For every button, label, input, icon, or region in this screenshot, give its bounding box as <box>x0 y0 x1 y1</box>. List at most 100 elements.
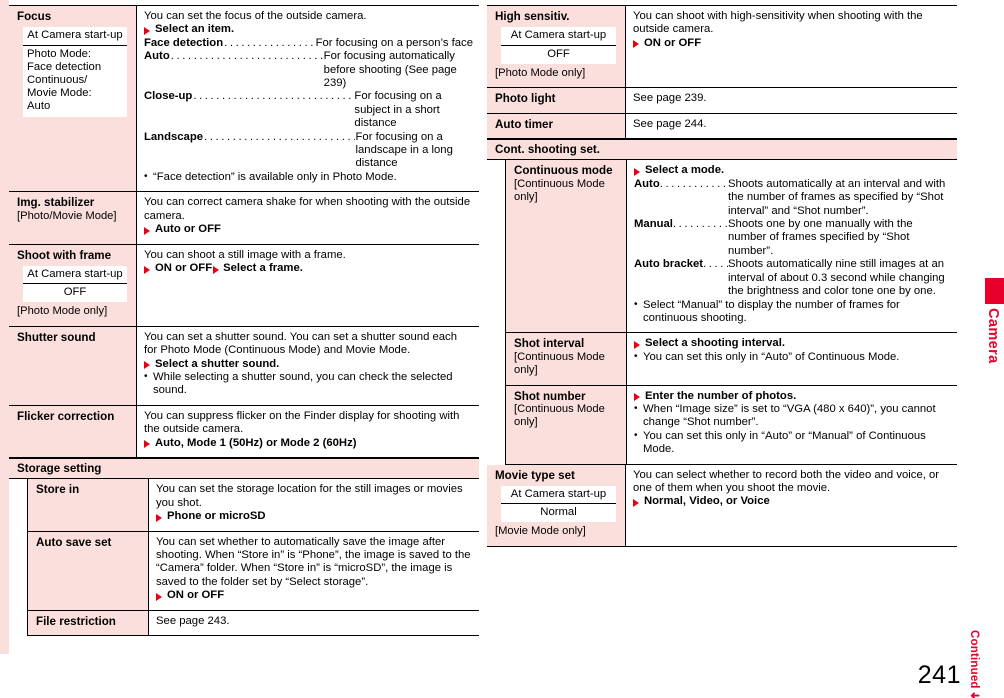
setting-name-cell: Continuous mode [Continuous Mode only] <box>506 160 626 333</box>
option-list: Face detection .........................… <box>144 37 473 171</box>
setting-name-cell: Shot interval [Continuous Mode only] <box>506 333 626 385</box>
option-list: Auto....................................… <box>634 178 951 299</box>
setting-desc-cell: See page 244. <box>625 113 957 139</box>
setting-action: Select a shutter sound. <box>144 358 473 371</box>
option-def: For focusing on a person’s face <box>315 36 473 49</box>
page-bleed-strip <box>0 0 9 654</box>
setting-desc-cell: You can correct camera shake for when sh… <box>136 192 479 244</box>
default-box-title: At Camera start-up <box>23 266 127 285</box>
setting-intro: You can set the focus of the outside cam… <box>144 10 367 22</box>
default-box-value: OFF <box>63 286 87 299</box>
setting-mode-note: [Continuous Mode only] <box>514 177 605 204</box>
setting-name-cell: Photo light <box>487 88 625 113</box>
setting-desc-cell: You can set the storage location for the… <box>148 479 479 531</box>
list-item: Auto....................................… <box>634 178 951 218</box>
option-def: For focusing automatically before shooti… <box>323 50 457 90</box>
chapter-tab: Camera <box>985 278 1004 364</box>
setting-name: Shot interval <box>514 337 585 351</box>
table-row: Focus At Camera start-up Photo Mode: Face… <box>9 5 479 192</box>
continued-arrow-icon: ➜ <box>970 688 980 698</box>
setting-intro: You can suppress flicker on the Finder d… <box>144 409 460 436</box>
setting-action: Select a mode. <box>634 164 951 177</box>
list-item: Face detection .........................… <box>144 37 473 50</box>
setting-intro: You can shoot with high-sensitivity when… <box>633 10 923 36</box>
table-row: Img. stabilizer [Photo/Movie Mode] You c… <box>9 191 479 244</box>
setting-name-cell: Shutter sound <box>9 326 136 405</box>
setting-intro: See page 239. <box>633 92 707 105</box>
setting-name: Store in <box>36 483 80 497</box>
setting-name-cell: Auto save set <box>28 531 148 610</box>
leader-dots: ........................................… <box>170 50 323 63</box>
left-settings-table: Focus At Camera start-up Photo Mode: Face… <box>9 5 479 637</box>
section-header-storage-setting: Storage setting <box>9 457 479 480</box>
setting-mode-note: [Continuous Mode only] <box>514 350 605 377</box>
setting-name-cell: Shot number [Continuous Mode only] <box>506 385 626 464</box>
setting-action: ON or OFF <box>156 589 473 602</box>
setting-desc-cell: You can suppress flicker on the Finder d… <box>136 405 479 457</box>
setting-desc-cell: You can set the focus of the outside cam… <box>136 6 479 192</box>
default-box-title: At Camera start-up <box>501 27 616 46</box>
setting-name-cell: Auto timer <box>487 113 625 139</box>
setting-name: Continuous mode <box>514 164 613 178</box>
setting-action: Select a shooting interval. <box>634 337 951 350</box>
setting-desc-cell: Enter the number of photos. When “Image … <box>626 385 957 464</box>
default-box-title: At Camera start-up <box>501 486 616 505</box>
setting-intro: See page 243. <box>156 614 230 627</box>
setting-name: File restriction <box>36 614 116 628</box>
setting-mode-note: [Photo Mode only] <box>495 66 586 79</box>
table-row: High sensitiv. At Camera start-up OFF [P… <box>487 5 957 88</box>
setting-name-cell: File restriction <box>28 610 148 636</box>
setting-intro: You can correct camera shake for when sh… <box>144 196 471 222</box>
continued-marker: Continued ➜ <box>968 630 982 698</box>
default-box-value: Normal <box>540 506 577 519</box>
setting-note: “Face detection” is available only in Ph… <box>144 170 473 184</box>
setting-intro: You can shoot a still image with a frame… <box>144 248 346 261</box>
table-row: Shutter sound You can set a shutter soun… <box>9 325 479 405</box>
setting-desc-cell: You can set a shutter sound. You can set… <box>136 326 479 405</box>
section-header-cont-shooting-set: Cont. shooting set. <box>487 139 957 161</box>
option-term: Auto <box>144 50 170 63</box>
option-term: Auto bracket............................… <box>634 258 728 271</box>
setting-name: Img. stabilizer <box>17 196 95 210</box>
setting-name: Shoot with frame <box>17 248 112 262</box>
table-row: Flicker correction You can suppress flic… <box>9 404 479 458</box>
left-column: Focus At Camera start-up Photo Mode: Face… <box>9 5 479 637</box>
leader-dots: ........................................… <box>224 36 315 49</box>
table-row: Auto save set You can set whether to aut… <box>28 530 479 610</box>
setting-desc-cell: See page 243. <box>148 610 479 636</box>
setting-intro: See page 244. <box>633 117 707 130</box>
default-box-value: OFF <box>547 47 570 60</box>
setting-intro: You can select whether to record both th… <box>633 468 940 494</box>
setting-note: When “Image size” is set to “VGA (480 x … <box>634 402 951 430</box>
setting-desc-cell: You can shoot a still image with a frame… <box>136 244 479 326</box>
setting-desc-cell: Select a mode. Auto.....................… <box>626 160 957 333</box>
default-value-box: At Camera start-up OFF <box>23 265 127 303</box>
option-term: Auto....................................… <box>634 177 728 190</box>
list-item: Manual..................................… <box>634 218 951 258</box>
table-row: Shot number [Continuous Mode only] Enter… <box>506 384 957 465</box>
setting-note: You can set this only in “Auto” of Conti… <box>634 350 951 364</box>
setting-mode-note: [Photo/Movie Mode] <box>17 209 117 222</box>
setting-name: Flicker correction <box>17 409 115 423</box>
default-value-box: At Camera start-up Normal <box>501 485 616 523</box>
setting-name: Shutter sound <box>17 330 96 344</box>
manual-page: Focus At Camera start-up Photo Mode: Face… <box>0 0 1004 698</box>
setting-action: Auto or OFF <box>144 223 473 236</box>
table-row: Store in You can set the storage locatio… <box>28 479 479 531</box>
list-item: Auto ...................................… <box>144 50 473 90</box>
setting-action: Select an item. <box>144 23 473 36</box>
setting-desc-cell: Select a shooting interval. You can set … <box>626 333 957 385</box>
option-term: Face detection <box>144 36 224 49</box>
section-body: Store in You can set the storage locatio… <box>9 479 479 637</box>
setting-intro: You can set whether to automatically sav… <box>156 535 471 588</box>
right-column: High sensitiv. At Camera start-up OFF [P… <box>487 5 957 547</box>
setting-action: Phone or microSD <box>156 510 473 523</box>
option-def: Shoots automatically at an interval and … <box>728 177 946 217</box>
setting-desc-cell: You can select whether to record both th… <box>625 464 957 546</box>
option-term: Landscape <box>144 130 204 143</box>
setting-name: Auto timer <box>495 117 553 131</box>
setting-action: Auto, Mode 1 (50Hz) or Mode 2 (60Hz) <box>144 437 473 450</box>
table-row: Continuous mode [Continuous Mode only] S… <box>506 160 957 333</box>
section-body: Continuous mode [Continuous Mode only] S… <box>487 160 957 465</box>
leader-dots: ........................................… <box>204 130 354 143</box>
